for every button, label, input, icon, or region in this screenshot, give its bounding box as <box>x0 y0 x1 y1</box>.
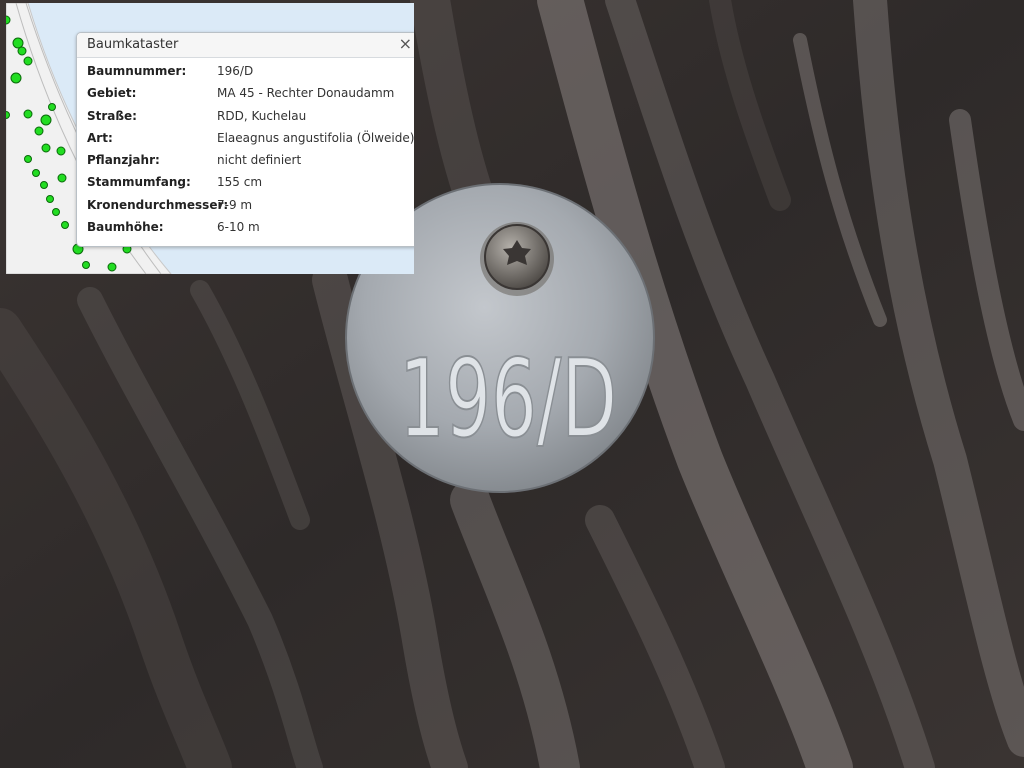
row-value: MA 45 - Rechter Donaudamm <box>217 86 395 101</box>
close-icon[interactable]: × <box>399 34 412 54</box>
row-value: RDD, Kuchelau <box>217 108 307 123</box>
row-label: Baumnummer: <box>87 64 187 78</box>
row-label: Baumhöhe: <box>87 220 164 235</box>
row-strasse: Straße: RDD, Kuchelau <box>87 109 414 131</box>
row-value: 7-9 m <box>217 197 253 212</box>
row-gebiet: Gebiet: MA 45 - Rechter Donaudamm <box>87 86 414 108</box>
row-label: Pflanzjahr: <box>87 153 160 168</box>
row-stammumfang: Stammumfang: 155 cm <box>87 175 414 197</box>
row-label: Art: <box>87 130 113 145</box>
row-value: 196/D <box>217 64 254 78</box>
row-label: Stammumfang: <box>87 175 191 190</box>
popup-header: Baumkataster × <box>77 33 414 58</box>
row-kronendurchmesser: Kronendurchmesser: 7-9 m <box>87 198 414 220</box>
row-value: 155 cm <box>217 175 263 190</box>
row-label: Straße: <box>87 108 137 123</box>
row-pflanzjahr: Pflanzjahr: nicht definiert <box>87 153 414 175</box>
popup-title: Baumkataster <box>87 37 179 52</box>
attribute-list: Baumnummer: 196/D Gebiet: MA 45 - Rechter … <box>87 64 414 242</box>
row-value: Elaeagnus angustifolia (Ölweide) <box>217 130 414 145</box>
row-art: Art: Elaeagnus angustifolia (Ölweide) <box>87 131 414 153</box>
row-value: 6-10 m <box>217 220 260 235</box>
tag-engraving: 196/D <box>399 337 617 462</box>
map-inset: Baumkataster × Baumnummer: 196/D Gebiet: M… <box>6 3 414 274</box>
row-baumnummer: Baumnummer: 196/D <box>87 64 414 86</box>
row-baumhoehe: Baumhöhe: 6-10 m <box>87 220 414 242</box>
row-label: Kronendurchmesser: <box>87 197 229 212</box>
tree-info-popup: Baumkataster × Baumnummer: 196/D Gebiet: M… <box>76 32 414 247</box>
row-label: Gebiet: <box>87 86 137 101</box>
row-value: nicht definiert <box>217 153 302 168</box>
